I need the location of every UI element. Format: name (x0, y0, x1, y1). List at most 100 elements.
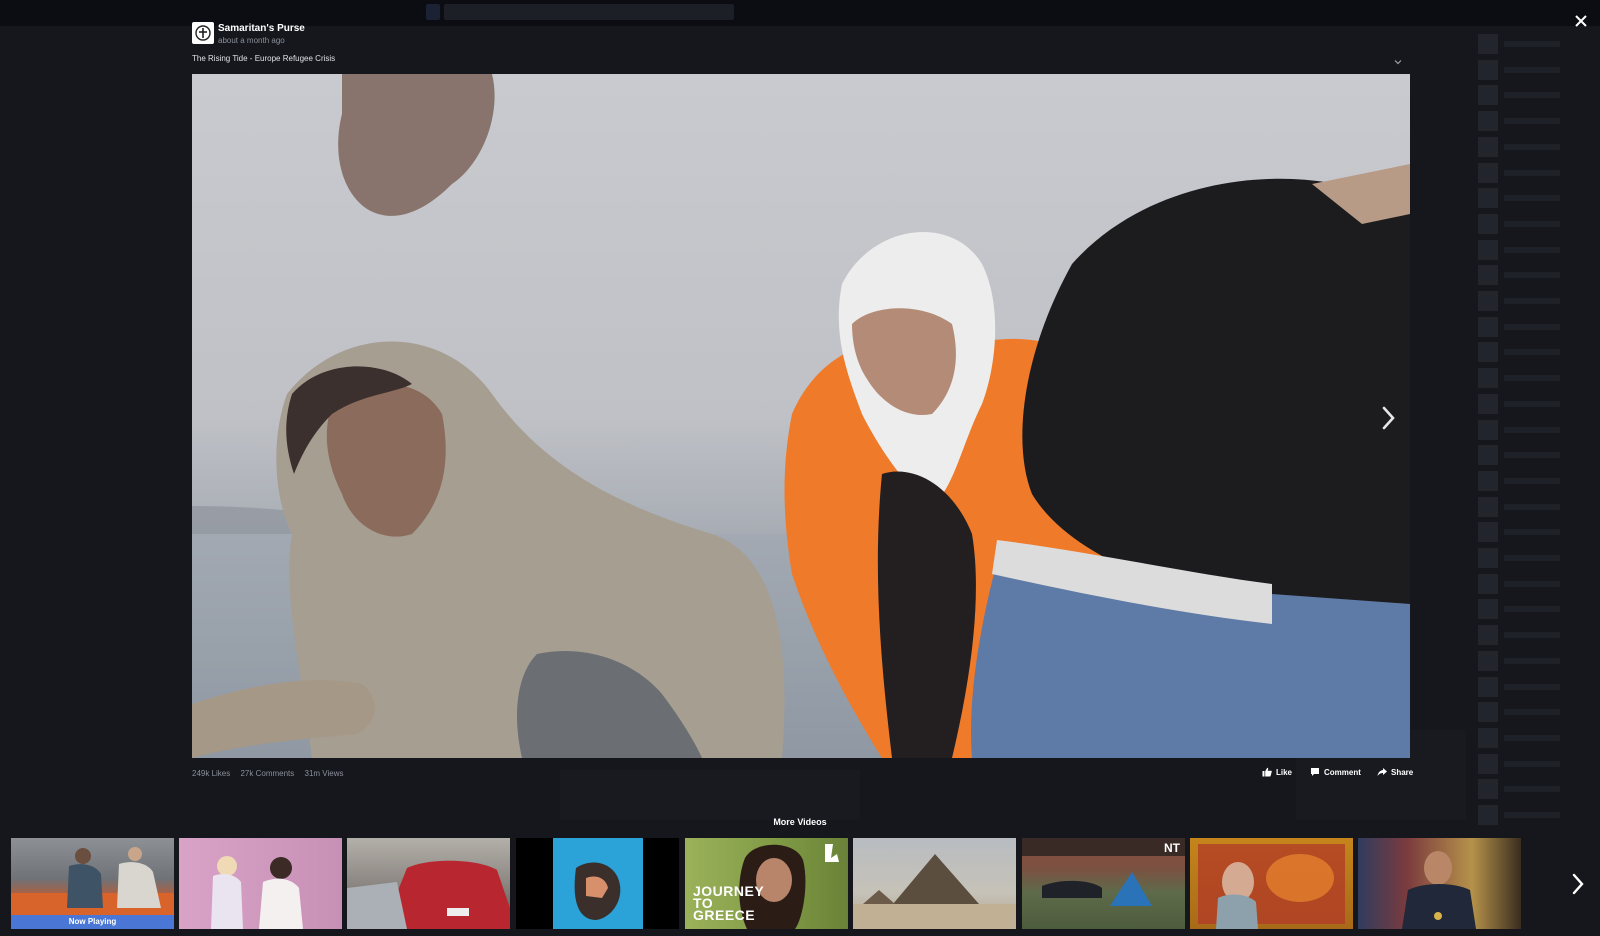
background-friend-avatar (1478, 85, 1498, 106)
chevron-right-icon (1382, 406, 1395, 430)
background-friend-name (1504, 632, 1560, 639)
video-thumbnail[interactable] (853, 838, 1016, 929)
background-friend-name (1504, 272, 1560, 279)
video-thumbnail[interactable] (516, 838, 679, 929)
background-friend-row (1470, 625, 1580, 646)
like-button[interactable]: Like (1262, 767, 1292, 777)
background-friend-row (1470, 419, 1580, 440)
background-friend-avatar (1478, 291, 1498, 311)
post-timestamp[interactable]: about a month ago (218, 36, 285, 45)
thumbnail-image (211, 856, 303, 929)
now-playing-label: Now Playing (11, 915, 174, 929)
background-logo (426, 4, 440, 20)
background-friend-row (1470, 213, 1580, 234)
video-player[interactable] (192, 74, 1410, 758)
background-friend-name (1504, 555, 1560, 561)
background-friend-row (1470, 573, 1580, 594)
svg-text:NT: NT (1164, 841, 1181, 855)
background-friend-avatar (1478, 496, 1498, 517)
background-friend-name (1504, 298, 1560, 304)
background-friend-avatar (1478, 265, 1498, 286)
chevron-right-icon (1572, 873, 1584, 895)
page-name[interactable]: Samaritan's Purse (218, 23, 305, 34)
background-friend-row (1470, 59, 1580, 80)
background-friend-row (1470, 650, 1580, 671)
background-friend-avatar (1478, 342, 1498, 363)
likes-count[interactable]: 249k Likes (192, 769, 230, 778)
background-friend-avatar (1478, 676, 1498, 697)
video-thumbnail[interactable]: JOURNEY TO GREECE (685, 838, 848, 929)
background-friend-avatar (1478, 445, 1498, 466)
more-videos-heading: More Videos (773, 817, 827, 827)
video-thumbnail[interactable] (179, 838, 342, 929)
background-friend-avatar (1478, 470, 1498, 491)
background-friend-avatar (1478, 779, 1498, 800)
background-friend-avatar (1478, 316, 1498, 337)
chevron-down-icon[interactable] (1393, 54, 1403, 65)
background-friend-row (1470, 316, 1580, 337)
thumbnail-image: NT (1022, 838, 1185, 906)
background-friend-row (1470, 599, 1580, 620)
background-friend-row (1470, 496, 1580, 517)
background-friend-name (1504, 246, 1560, 253)
video-title: The Rising Tide - Europe Refugee Crisis (192, 54, 336, 63)
video-thumbnail[interactable] (1190, 838, 1353, 929)
background-friend-avatar (1478, 650, 1498, 671)
background-friend-avatar (1478, 34, 1498, 54)
thumbnail-image (853, 854, 1016, 929)
background-friend-row (1470, 522, 1580, 543)
share-arrow-icon (1377, 768, 1387, 776)
background-friend-avatar (1478, 522, 1498, 543)
background-friend-name (1504, 169, 1560, 176)
background-friend-avatar (1478, 727, 1498, 748)
comment-button[interactable]: Comment (1310, 767, 1361, 777)
page-avatar[interactable] (192, 22, 214, 44)
thumbnail-image (1198, 844, 1345, 929)
background-friend-avatar (1478, 393, 1498, 414)
comments-count[interactable]: 27k Comments (240, 769, 294, 778)
background-friend-avatar (1478, 213, 1498, 234)
samaritans-purse-logo-icon (195, 25, 211, 41)
more-videos-next-arrow[interactable] (1570, 872, 1586, 896)
background-friend-name (1504, 323, 1560, 330)
video-thumbnail[interactable]: NT (1022, 838, 1185, 929)
video-thumbnail[interactable] (347, 838, 510, 929)
background-friend-name (1504, 709, 1560, 716)
thumbs-up-icon (1262, 767, 1272, 777)
comment-label: Comment (1324, 767, 1361, 777)
background-friend-name (1504, 220, 1560, 227)
thumbnail-caption: JOURNEY TO GREECE (693, 883, 764, 923)
share-button[interactable]: Share (1377, 767, 1413, 777)
background-friend-row (1470, 368, 1580, 389)
background-friend-name (1504, 760, 1560, 767)
background-friend-name (1504, 118, 1560, 125)
background-friend-avatar (1478, 548, 1498, 568)
background-friend-row (1470, 342, 1580, 363)
next-video-arrow[interactable] (1380, 404, 1398, 432)
background-friend-avatar (1478, 573, 1498, 594)
background-friend-row (1470, 136, 1580, 157)
background-friend-row (1470, 111, 1580, 132)
comment-bubble-icon (1311, 768, 1319, 776)
share-label: Share (1391, 767, 1414, 777)
background-friend-name (1504, 657, 1560, 664)
background-friend-name (1504, 580, 1560, 587)
background-friend-name (1504, 477, 1560, 484)
background-friend-avatar (1478, 162, 1498, 183)
background-friends-sidebar (1470, 26, 1600, 826)
video-thumbnail[interactable]: Now Playing (11, 838, 174, 929)
background-friend-row (1470, 265, 1580, 286)
background-friend-name (1504, 734, 1560, 741)
background-friend-name (1504, 41, 1560, 47)
background-friend-row (1470, 188, 1580, 209)
video-frame (192, 74, 1410, 758)
close-icon[interactable] (1572, 12, 1590, 30)
background-friend-row (1470, 393, 1580, 414)
thumbnail-image (553, 838, 643, 929)
background-friend-name (1504, 529, 1560, 536)
background-friend-name (1504, 349, 1560, 356)
background-friend-row (1470, 727, 1580, 748)
thumbnail-image (347, 860, 510, 929)
background-feed-post (560, 770, 860, 820)
video-thumbnail[interactable] (1358, 838, 1521, 929)
